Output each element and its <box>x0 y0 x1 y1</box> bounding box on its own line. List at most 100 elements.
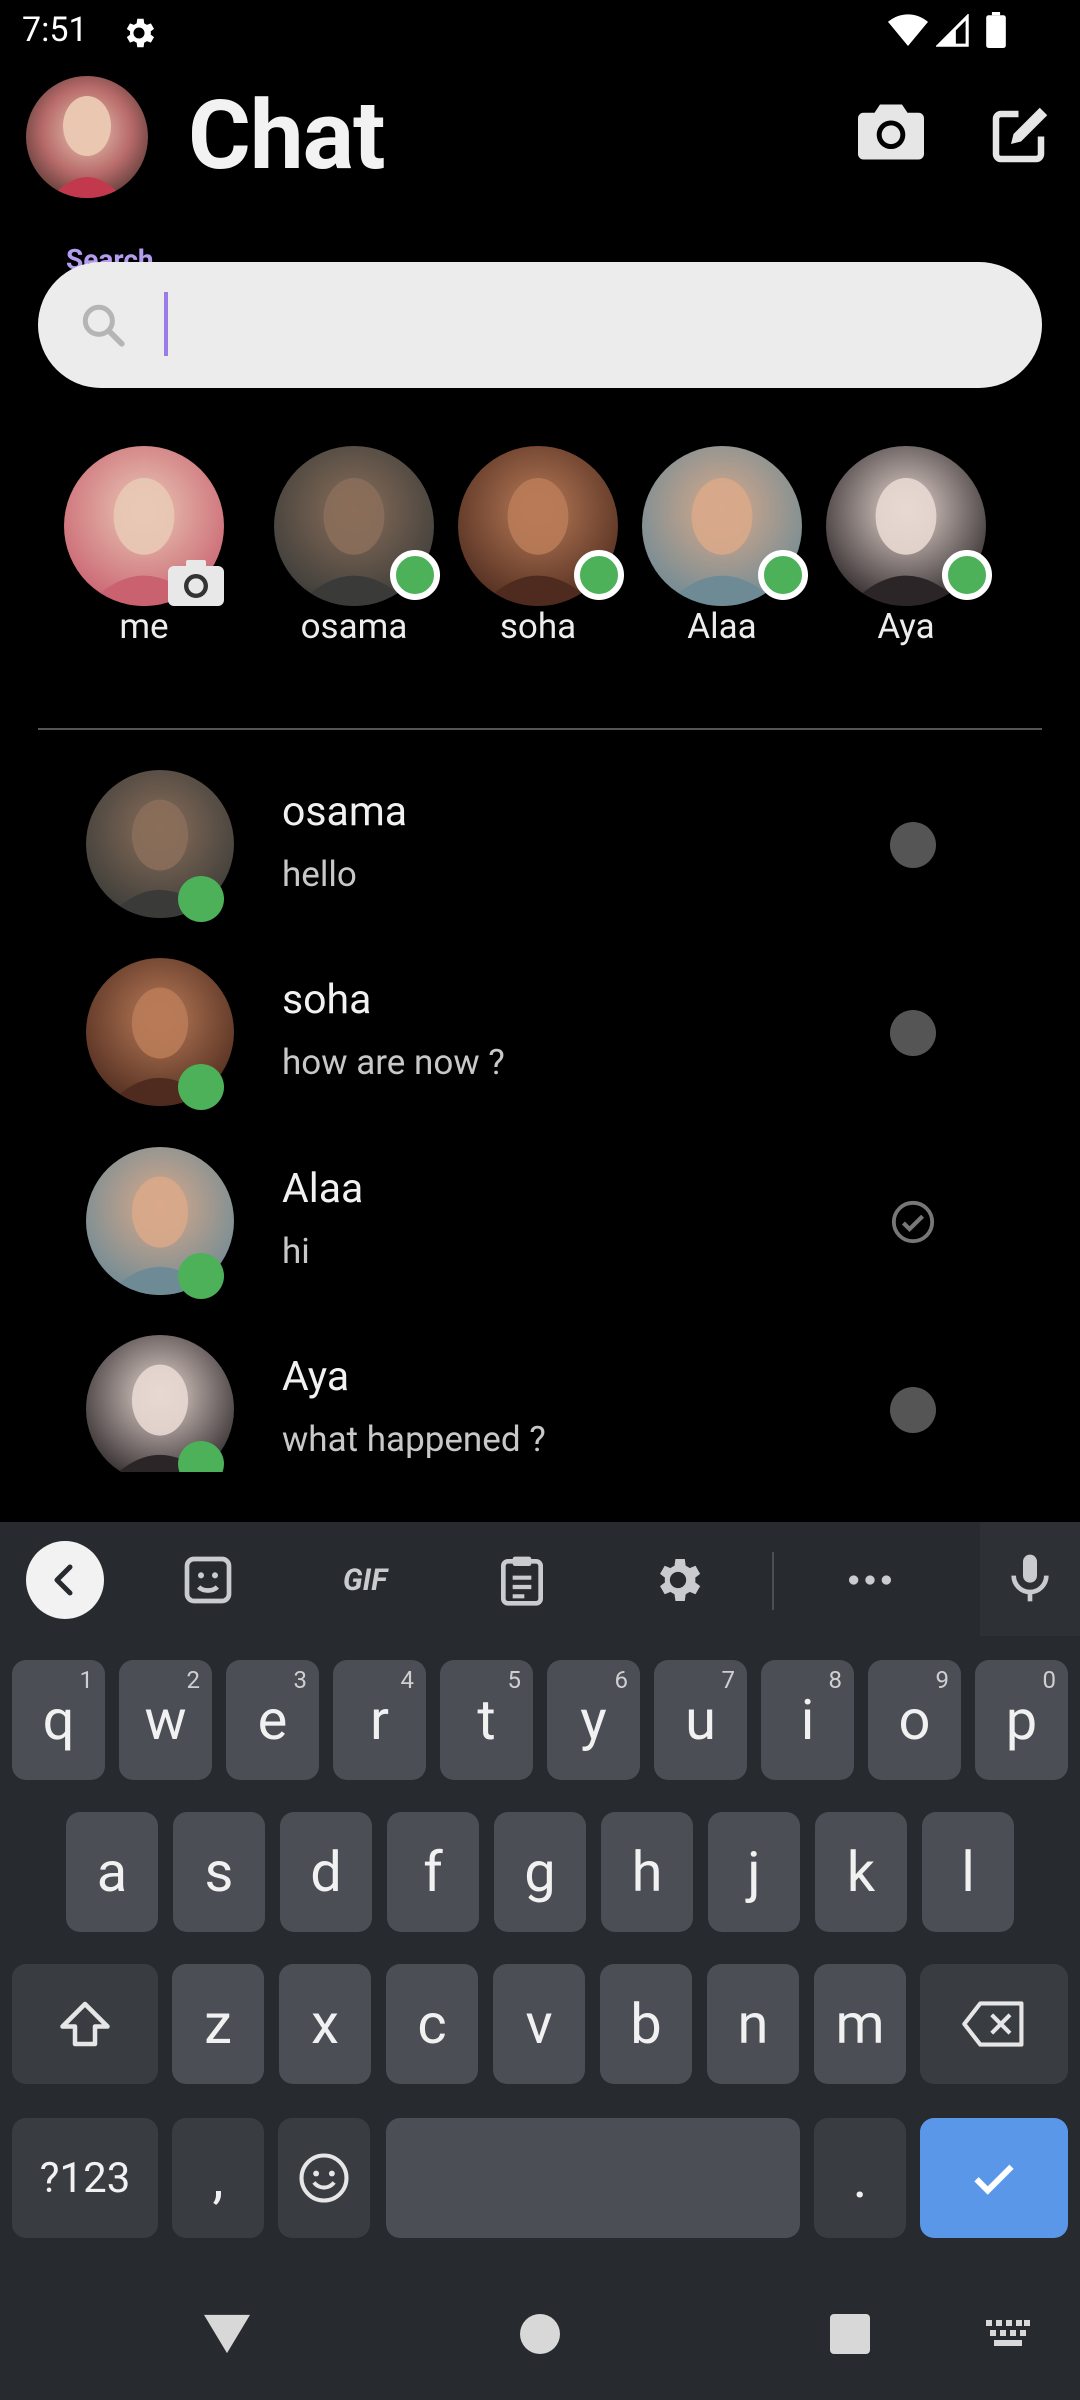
key-label: a <box>96 1839 128 1905</box>
online-indicator <box>942 550 992 600</box>
backspace-key[interactable] <box>920 1964 1068 2084</box>
key-p[interactable]: p0 <box>975 1660 1068 1780</box>
key-label: z <box>204 1991 232 2057</box>
key-r[interactable]: r4 <box>333 1660 426 1780</box>
key-w[interactable]: w2 <box>119 1660 212 1780</box>
key-b[interactable]: b <box>600 1964 692 2084</box>
backspace-icon <box>962 2001 1024 2047</box>
symbols-key[interactable]: ?123 <box>12 2118 158 2238</box>
key-g[interactable]: g <box>494 1812 586 1932</box>
key-label: . <box>852 2145 868 2211</box>
key-j[interactable]: j <box>708 1812 800 1932</box>
story-name: soha <box>499 606 577 647</box>
checkmark-icon <box>974 2164 1014 2195</box>
comma-key[interactable]: , <box>172 2118 264 2238</box>
search-icon <box>82 304 125 347</box>
key-label: k <box>846 1839 876 1905</box>
search-bar[interactable] <box>38 262 1042 388</box>
microphone-icon <box>1011 1554 1049 1602</box>
chat-row[interactable]: soha how are now ? <box>0 958 1080 1128</box>
story-name: Aya <box>877 606 935 647</box>
status-bar: 7:51 <box>0 0 1080 64</box>
key-e[interactable]: e3 <box>226 1660 319 1780</box>
key-label: l <box>961 1839 975 1905</box>
key-label: w <box>144 1687 187 1753</box>
sticker-icon[interactable] <box>180 1552 236 1608</box>
space-bar[interactable] <box>386 2118 800 2238</box>
enter-key[interactable] <box>920 2118 1068 2238</box>
key-label: m <box>835 1991 885 2057</box>
camera-icon[interactable] <box>858 104 924 160</box>
clipboard-icon[interactable] <box>494 1552 550 1608</box>
nav-recents-icon[interactable] <box>830 2314 870 2354</box>
keyboard-collapse-button[interactable] <box>26 1541 104 1619</box>
key-c[interactable]: c <box>386 1964 478 2084</box>
chat-row[interactable]: Alaa hi <box>0 1147 1080 1317</box>
profile-avatar-image <box>26 76 148 198</box>
key-number-hint: 9 <box>935 1666 950 1694</box>
chat-row[interactable]: osama hello <box>0 770 1080 940</box>
key-number-hint: 4 <box>400 1666 415 1694</box>
toolbar-separator <box>772 1552 774 1610</box>
key-h[interactable]: h <box>601 1812 693 1932</box>
battery-icon <box>986 12 1006 48</box>
key-f[interactable]: f <box>387 1812 479 1932</box>
online-indicator <box>178 1253 224 1299</box>
key-s[interactable]: s <box>173 1812 265 1932</box>
shift-key[interactable] <box>12 1964 158 2084</box>
online-indicator <box>390 550 440 600</box>
nav-home-icon[interactable] <box>520 2314 560 2354</box>
key-i[interactable]: i8 <box>761 1660 854 1780</box>
key-label: n <box>737 1991 769 2057</box>
key-l[interactable]: l <box>922 1812 1014 1932</box>
story-item[interactable]: Aya <box>816 446 996 647</box>
keyboard-toolbar: GIF <box>0 1522 1080 1636</box>
voice-input-button[interactable] <box>980 1522 1080 1636</box>
nav-back-icon[interactable] <box>204 2314 250 2354</box>
online-indicator <box>178 1064 224 1110</box>
key-a[interactable]: a <box>66 1812 158 1932</box>
chat-row[interactable]: Aya what happened ? <box>0 1335 1080 1472</box>
keyboard-switch-icon[interactable] <box>986 2320 1030 2346</box>
key-label: f <box>423 1839 443 1905</box>
chat-contact-name: osama <box>282 788 408 836</box>
divider <box>38 728 1042 730</box>
unread-status-dot <box>890 1387 936 1433</box>
profile-avatar[interactable] <box>26 76 148 198</box>
story-item[interactable]: soha <box>448 446 628 647</box>
key-y[interactable]: y6 <box>547 1660 640 1780</box>
key-n[interactable]: n <box>707 1964 799 2084</box>
key-z[interactable]: z <box>172 1964 264 2084</box>
key-u[interactable]: u7 <box>654 1660 747 1780</box>
settings-gear-icon <box>126 18 155 48</box>
story-item[interactable]: osama <box>264 446 444 647</box>
key-k[interactable]: k <box>815 1812 907 1932</box>
online-indicator <box>758 550 808 600</box>
period-key[interactable]: . <box>814 2118 906 2238</box>
key-d[interactable]: d <box>280 1812 372 1932</box>
story-item[interactable]: me <box>54 446 234 647</box>
add-story-camera-icon[interactable] <box>168 560 224 606</box>
key-number-hint: 8 <box>828 1666 843 1694</box>
key-label: c <box>417 1991 447 2057</box>
read-check-icon <box>891 1200 935 1244</box>
search-input[interactable] <box>174 262 994 388</box>
key-number-hint: 0 <box>1042 1666 1057 1694</box>
keyboard-settings-icon[interactable] <box>650 1552 706 1608</box>
unread-status-dot <box>890 822 936 868</box>
key-v[interactable]: v <box>493 1964 585 2084</box>
key-q[interactable]: q1 <box>12 1660 105 1780</box>
gif-button[interactable]: GIF <box>326 1552 404 1608</box>
key-label: v <box>525 1991 553 2057</box>
compose-message-icon[interactable] <box>988 104 1054 164</box>
key-t[interactable]: t5 <box>440 1660 533 1780</box>
cell-signal-icon <box>936 14 969 47</box>
emoji-key[interactable] <box>278 2118 370 2238</box>
more-options-icon[interactable] <box>842 1552 898 1608</box>
key-x[interactable]: x <box>279 1964 371 2084</box>
key-m[interactable]: m <box>814 1964 906 2084</box>
key-number-hint: 6 <box>614 1666 629 1694</box>
online-indicator <box>574 550 624 600</box>
key-o[interactable]: o9 <box>868 1660 961 1780</box>
story-item[interactable]: Alaa <box>632 446 812 647</box>
